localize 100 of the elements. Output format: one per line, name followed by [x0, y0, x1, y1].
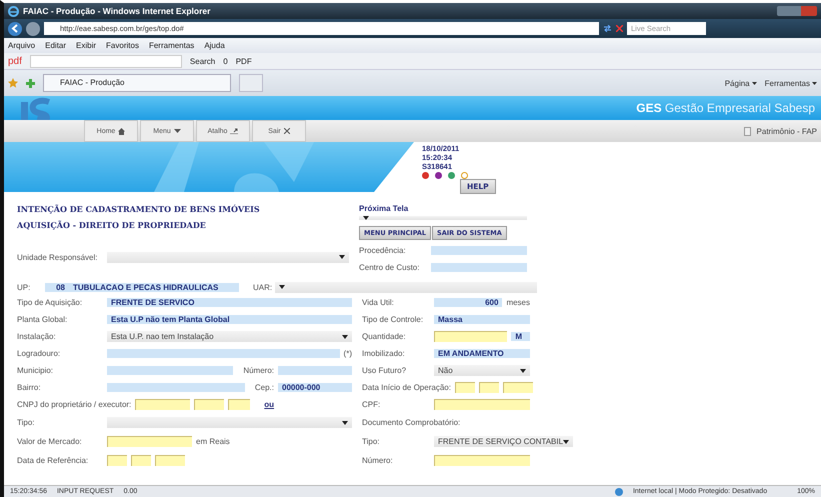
caret-icon [339, 255, 345, 259]
field-label: Número: [362, 456, 394, 465]
field-label: Bairro: [17, 383, 42, 392]
field-label: Quantidade: [362, 332, 407, 341]
unit-label: em Reais [196, 437, 230, 446]
refresh-icon[interactable] [603, 25, 612, 32]
field-label: Cep.: [254, 383, 274, 392]
field-label: Data de Referência: [17, 456, 90, 465]
field-label: Número: [243, 366, 274, 375]
menu-item[interactable]: Exibir [76, 41, 96, 50]
form-title: INTENÇÃO DE CADASTRAMENTO DE BENS IMÓVEIS [17, 204, 261, 214]
menu-item[interactable]: Ajuda [204, 41, 225, 50]
field-label: Tipo: [17, 418, 36, 427]
dropdown[interactable] [275, 282, 537, 292]
day-field[interactable] [107, 455, 127, 466]
new-tab-button[interactable] [239, 74, 263, 92]
menu-item[interactable]: Ferramentas [148, 41, 194, 50]
forward-button[interactable] [26, 22, 40, 36]
input-field[interactable] [135, 399, 190, 410]
month-field[interactable] [131, 455, 151, 466]
year-field[interactable] [502, 382, 533, 393]
field-label: Tipo de Controle: [362, 315, 424, 324]
input-field[interactable] [434, 455, 530, 466]
shortcut-icon [230, 128, 238, 134]
command-button[interactable]: Página [724, 78, 757, 88]
field-label: Tipo: [362, 437, 380, 446]
search-field[interactable] [30, 54, 182, 68]
readonly-field: FRENTE DE SERVICO [107, 298, 352, 307]
home-icon [118, 128, 126, 134]
unit-label: (*) [344, 349, 352, 358]
back-button[interactable] [8, 22, 22, 36]
or-label: ou [264, 400, 274, 409]
unit-label: M [511, 332, 530, 341]
menu-item[interactable]: Editar [45, 41, 66, 50]
section-label: Documento Comprobatório: [362, 418, 460, 427]
caret-icon [812, 82, 817, 84]
field-label: UAR: [253, 282, 271, 292]
input-field[interactable] [228, 399, 250, 410]
pdf-logo: pdf [8, 56, 22, 66]
menu-item[interactable]: Favoritos [106, 41, 139, 50]
add-favorite-icon[interactable] [26, 78, 35, 88]
stop-icon[interactable] [616, 25, 623, 32]
field-label: Valor de Mercado: [17, 437, 83, 446]
field-label: UP: [17, 282, 32, 292]
input-field[interactable] [194, 399, 224, 410]
window-title: FAIAC - Produção - Windows Internet Explorer [23, 6, 210, 16]
caret-icon [279, 285, 285, 289]
field-label: CNPJ do proprietário / executor: [17, 400, 132, 409]
window-controls-icon[interactable] [777, 6, 817, 16]
form-subtitle: AQUISIÇÃO - DIREITO DE PROPRIEDADE [17, 220, 207, 230]
caret-icon [363, 216, 369, 220]
browser-icon [8, 6, 19, 16]
next-screen-label: Próxima Tela [359, 204, 410, 213]
field-label: Centro de Custo: [359, 262, 420, 272]
field-label: Imobilizado: [362, 349, 406, 358]
month-field[interactable] [478, 382, 499, 393]
day-field[interactable] [454, 382, 475, 393]
readonly-field: 600 [434, 298, 502, 307]
field-label: Unidade Responsável: [17, 252, 98, 262]
input-field[interactable] [434, 399, 530, 410]
field-label: Municipio: [17, 366, 54, 375]
readonly-field: Esta U.P não tem Planta Global [107, 315, 352, 324]
dropdown[interactable] [107, 417, 352, 428]
field-label: Tipo de Aquisição: [17, 298, 84, 307]
caret-icon [342, 420, 348, 424]
field-label: Vida Util: [362, 298, 395, 307]
field-label: CPF: [362, 400, 382, 409]
field-label: Uso Futuro? [362, 366, 408, 375]
caret-icon [342, 334, 348, 338]
field-label: Procedência: [359, 246, 407, 254]
pdf-button[interactable]: PDF [236, 56, 252, 66]
dropdown[interactable]: FRENTE DE SERVIÇO CONTABIL [434, 436, 574, 447]
readonly-field: 00000-000 [278, 383, 352, 392]
command-button[interactable]: Ferramentas [764, 78, 817, 88]
dropdown[interactable]: Não [434, 365, 530, 376]
counter-button[interactable]: 0 [223, 56, 228, 66]
logo-icon [18, 96, 52, 120]
caret-icon [520, 368, 526, 372]
caret-icon [752, 82, 757, 84]
dropdown[interactable]: Esta U.P. nao tem Instalação [107, 331, 352, 342]
search-button[interactable]: Search [190, 56, 216, 66]
readonly-field: EM ANDAMENTO [434, 349, 530, 358]
menu-item[interactable]: Arquivo [8, 41, 36, 50]
field-label: Logradouro: [17, 349, 62, 358]
dropdown[interactable] [107, 252, 349, 262]
input-field[interactable] [434, 331, 508, 342]
star-icon[interactable] [8, 78, 18, 88]
caret-icon [174, 129, 181, 133]
app-title: GES Gestão Empresarial Sabesp [636, 101, 815, 115]
input-field[interactable] [107, 436, 192, 447]
field-label: Planta Global: [17, 315, 68, 324]
field-label: Data Início de Operação: [362, 383, 451, 392]
module-label: Patrimônio - FAP [756, 126, 817, 136]
field-label: Instalação: [17, 332, 57, 341]
caret-icon [563, 440, 570, 444]
browser-tab[interactable]: FAIAC - Produção [43, 74, 231, 92]
readonly-field: 08 TUBULACAO E PECAS HIDRAULICAS [45, 282, 239, 292]
readonly-field: Massa [434, 315, 530, 324]
globe-icon [614, 488, 623, 496]
year-field[interactable] [155, 455, 185, 466]
